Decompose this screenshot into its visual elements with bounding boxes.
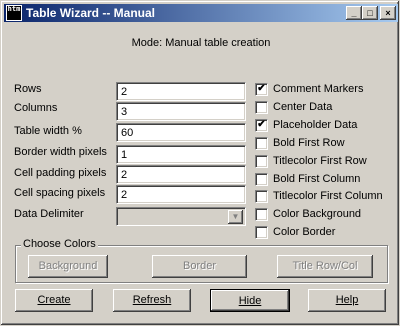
- color-border-label: Color Border: [273, 226, 336, 238]
- cell-spacing-label: Cell spacing pixels: [14, 187, 106, 199]
- cell-padding-label: Cell padding pixels: [14, 167, 107, 179]
- data-delimiter-label: Data Delimiter: [14, 208, 84, 220]
- placeholder-data-label: Placeholder Data: [273, 119, 358, 131]
- bold-first-column-checkbox[interactable]: [255, 173, 268, 186]
- create-button[interactable]: Create: [15, 289, 93, 312]
- maximize-icon: □: [367, 8, 373, 18]
- table-width-label: Table width %: [14, 125, 82, 137]
- titlecolor-first-row-label: Titlecolor First Row: [273, 155, 367, 167]
- border-color-button[interactable]: Border: [152, 255, 247, 278]
- maximize-button[interactable]: □: [362, 6, 378, 20]
- color-background-label: Color Background: [273, 208, 362, 220]
- titlecolor-first-column-label: Titlecolor First Column: [273, 190, 383, 202]
- color-border-checkbox[interactable]: [255, 226, 268, 239]
- center-data-label: Center Data: [273, 101, 333, 113]
- border-width-label: Border width pixels: [14, 146, 107, 158]
- titlecolor-first-row-checkbox[interactable]: [255, 155, 268, 168]
- choose-colors-title: Choose Colors: [21, 238, 98, 250]
- titlecolor-first-column-checkbox[interactable]: [255, 190, 268, 203]
- rows-field[interactable]: 2: [116, 82, 246, 101]
- table-wizard-window: htm Table Wizard -- Manual _ □ × Mode: M…: [0, 0, 400, 326]
- data-delimiter-select[interactable]: ▼: [116, 207, 246, 226]
- bold-first-row-checkbox[interactable]: [255, 137, 268, 150]
- cell-padding-field[interactable]: 2: [116, 165, 246, 184]
- mode-text: Mode: Manual table creation: [131, 37, 271, 49]
- app-icon: htm: [6, 5, 22, 21]
- help-button-label: Help: [335, 294, 359, 306]
- bold-first-row-label: Bold First Row: [273, 137, 345, 149]
- table-width-field[interactable]: 60: [116, 123, 246, 142]
- comment-markers-label: Comment Markers: [273, 83, 364, 95]
- border-width-field[interactable]: 1: [116, 145, 246, 164]
- color-background-checkbox[interactable]: [255, 208, 268, 221]
- cell-spacing-field[interactable]: 2: [116, 185, 246, 204]
- refresh-button-label: Refresh: [132, 294, 172, 306]
- columns-label: Columns: [14, 102, 58, 114]
- close-icon: ×: [385, 8, 391, 18]
- center-data-checkbox[interactable]: [255, 101, 268, 114]
- hide-button[interactable]: Hide: [210, 289, 290, 312]
- dropdown-arrow-icon[interactable]: ▼: [228, 210, 243, 224]
- bold-first-column-label: Bold First Column: [273, 173, 361, 185]
- minimize-icon: _: [351, 8, 357, 18]
- background-color-button[interactable]: Background: [28, 255, 108, 278]
- placeholder-data-checkbox[interactable]: ✔: [255, 119, 268, 132]
- columns-field[interactable]: 3: [116, 102, 246, 121]
- refresh-button[interactable]: Refresh: [113, 289, 191, 312]
- title-bar[interactable]: htm Table Wizard -- Manual _ □ ×: [4, 4, 398, 22]
- comment-markers-checkbox[interactable]: ✔: [255, 83, 268, 96]
- close-button[interactable]: ×: [380, 6, 396, 20]
- title-row-col-color-button[interactable]: Title Row/Col: [277, 255, 373, 278]
- rows-label: Rows: [14, 83, 42, 95]
- create-button-label: Create: [37, 294, 71, 306]
- help-button[interactable]: Help: [308, 289, 386, 312]
- window-title: Table Wizard -- Manual: [26, 6, 156, 20]
- minimize-button[interactable]: _: [346, 6, 362, 20]
- hide-button-label: Hide: [238, 295, 262, 307]
